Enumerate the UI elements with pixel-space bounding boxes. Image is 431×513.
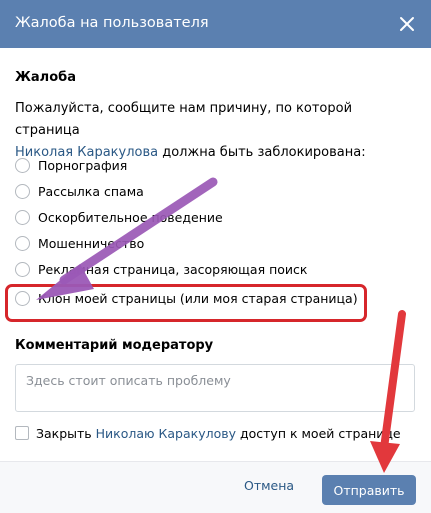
complaint-heading: Жалоба <box>15 70 76 85</box>
reason-option-ad-page[interactable]: Рекламная страница, засоряющая поиск <box>15 258 375 280</box>
close-access-checkbox[interactable] <box>15 426 29 440</box>
submit-button[interactable]: Отправить <box>322 475 416 505</box>
reason-option-abuse[interactable]: Оскорбительное поведение <box>15 206 375 228</box>
radio-button[interactable] <box>15 209 30 225</box>
radio-button[interactable] <box>15 157 30 173</box>
radio-button[interactable] <box>15 235 30 251</box>
close-access-text-before: Закрыть <box>36 425 96 441</box>
highlight-box <box>5 284 367 322</box>
moderator-comment-heading: Комментарий модератору <box>15 338 214 353</box>
dialog-footer: Отмена Отправить <box>0 461 431 513</box>
dialog-title: Жалоба на пользователя <box>15 15 209 31</box>
close-access-text-after: доступ к моей странице <box>236 425 401 441</box>
close-button[interactable] <box>393 10 421 38</box>
reason-option-fraud[interactable]: Мошенничество <box>15 232 375 254</box>
close-access-option[interactable]: Закрыть Николаю Каракулову доступ к моей… <box>15 422 401 444</box>
cancel-button[interactable]: Отмена <box>244 478 294 493</box>
reason-label: Рекламная страница, засоряющая поиск <box>38 261 308 277</box>
report-user-dialog: Жалоба на пользователя Жалоба Пожалуйста… <box>0 0 431 513</box>
reason-label: Оскорбительное поведение <box>38 209 223 225</box>
reason-label: Порнография <box>38 157 128 173</box>
close-access-user-link[interactable]: Николаю Каракулову <box>96 426 236 441</box>
intro-text-before: Пожалуйста, сообщите нам причину, по кот… <box>15 101 353 138</box>
dialog-header: Жалоба на пользователя <box>0 0 431 48</box>
close-icon <box>400 17 414 31</box>
reason-option-spam[interactable]: Рассылка спама <box>15 180 375 202</box>
close-access-label: Закрыть Николаю Каракулову доступ к моей… <box>36 426 401 441</box>
radio-button[interactable] <box>15 183 30 199</box>
radio-button[interactable] <box>15 261 30 277</box>
reason-option-porn[interactable]: Порнография <box>15 154 375 176</box>
reason-label: Мошенничество <box>38 235 145 251</box>
reason-label: Рассылка спама <box>38 183 144 199</box>
moderator-comment-input[interactable] <box>15 364 415 412</box>
